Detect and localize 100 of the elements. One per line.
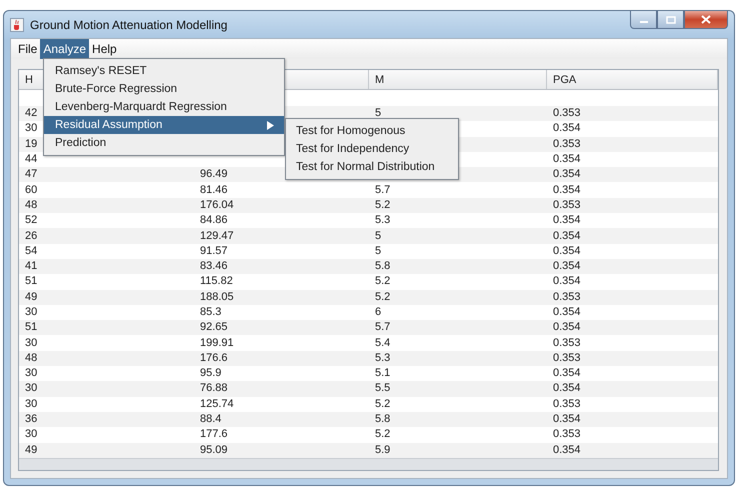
table-cell: 0.354 [553, 306, 581, 318]
minimize-button[interactable] [630, 11, 657, 29]
table-cell: 0.353 [553, 336, 581, 349]
table-cell: 0.354 [553, 321, 581, 334]
table-cell: 199.91 [200, 336, 234, 349]
maximize-icon [666, 16, 676, 24]
close-button[interactable] [684, 11, 728, 29]
table-cell: 5.3 [375, 352, 390, 364]
table-cell: 0.353 [553, 107, 581, 120]
table-cell: 95.09 [200, 444, 228, 456]
table-cell: 0.353 [553, 290, 581, 303]
table-cell: 30 [25, 382, 38, 394]
table-cell: 30 [25, 367, 38, 380]
table-cell: 5.7 [375, 184, 390, 196]
table-cell: 60 [25, 184, 38, 196]
table-cell: 0.354 [553, 260, 581, 272]
menu-item[interactable]: Prediction [44, 134, 284, 152]
table-cell: 42 [25, 107, 38, 120]
menu-item[interactable]: Test for Homogenous [286, 122, 458, 140]
table-cell: 0.353 [553, 352, 581, 364]
table-cell: 5.8 [375, 413, 390, 426]
table-cell: 51 [25, 321, 38, 334]
window-title: Ground Motion Attenuation Modelling [30, 18, 228, 32]
table-cell: 91.57 [200, 244, 228, 257]
table-cell: 5.5 [375, 382, 390, 394]
table-cell: 5.3 [375, 214, 390, 226]
table-cell: 0.354 [553, 184, 581, 196]
table-cell: 54 [25, 244, 38, 257]
table-cell: 85.3 [200, 306, 222, 318]
menu-item[interactable]: Help [89, 39, 120, 59]
table-cell: 0.354 [553, 413, 581, 426]
table-cell: 0.354 [553, 382, 581, 394]
table-cell: 47 [25, 168, 38, 180]
menu-item[interactable]: Test for Independency [286, 140, 458, 158]
table-cell: 76.88 [200, 382, 228, 394]
table-cell: 30 [25, 398, 38, 410]
table-cell: 5.2 [375, 198, 390, 211]
table-cell: 51 [25, 275, 38, 288]
table-cell: 125.74 [200, 398, 234, 410]
table-cell: 36 [25, 413, 38, 426]
table-cell: 95.9 [200, 367, 222, 380]
table-cell: 92.65 [200, 321, 228, 334]
table-cell: 6 [375, 306, 382, 318]
maximize-button[interactable] [657, 11, 684, 29]
menu-item[interactable]: Analyze [40, 39, 90, 59]
table-cell: 176.04 [200, 198, 234, 211]
table-cell: 5 [375, 244, 382, 257]
menu-item[interactable]: Test for Normal Distribution [286, 158, 458, 176]
table-cell: 0.353 [553, 428, 581, 440]
table-cell: 30 [25, 336, 38, 349]
table-cell: 30 [25, 122, 38, 134]
table-cell: 0.353 [553, 198, 581, 211]
table-cell: 5.2 [375, 398, 390, 410]
table-cell: 52 [25, 214, 38, 226]
table-cell: 0.354 [553, 275, 581, 288]
java-cup-icon [10, 18, 24, 32]
table-cell: 0.354 [553, 230, 581, 242]
table-cell: 83.46 [200, 260, 228, 272]
table-cell: 41 [25, 260, 38, 272]
table-cell: 30 [25, 428, 38, 440]
table-cell: 5 [375, 107, 382, 120]
table-cell: 96.49 [200, 168, 228, 180]
table-cell: 177.6 [200, 428, 228, 440]
table-cell: 0.354 [553, 444, 581, 456]
table-cell: 176.6 [200, 352, 228, 364]
menu-item[interactable]: Brute-Force Regression [44, 80, 284, 98]
table-cell: 49 [25, 290, 38, 303]
table-cell: 49 [25, 444, 38, 456]
menu-item[interactable]: Ramsey's RESET [44, 62, 284, 80]
table-cell: 5.2 [375, 428, 390, 440]
table-cell: 0.354 [553, 168, 581, 180]
table-cell: 5.4 [375, 336, 390, 349]
table-cell: 5.2 [375, 290, 390, 303]
table-cell: 81.46 [200, 184, 228, 196]
close-icon [701, 15, 711, 24]
table-cell: 84.86 [200, 214, 228, 226]
table-cell: 0.354 [553, 244, 581, 257]
table-cell: 115.82 [200, 275, 233, 288]
table-cell: 0.354 [553, 153, 581, 166]
table-cell: 0.354 [553, 214, 581, 226]
table-cell: 30 [25, 306, 38, 318]
table-cell: 44 [25, 153, 38, 166]
table-cell: 0.354 [553, 367, 581, 380]
column-header[interactable]: PGA [547, 70, 718, 89]
table-cell: 19 [25, 138, 38, 150]
table-cell: 5.2 [375, 275, 390, 288]
table-cell: 88.4 [200, 413, 222, 426]
column-header[interactable]: M [369, 70, 547, 89]
table-cell: 48 [25, 198, 38, 211]
table-cell: 0.353 [553, 398, 581, 410]
table-cell: 5.1 [375, 367, 390, 380]
table-cell: 5.7 [375, 321, 390, 334]
table-cell: 0.353 [553, 138, 581, 150]
table-cell: 5 [375, 230, 382, 242]
table-cell: 0.354 [553, 122, 581, 134]
table-cell: 48 [25, 352, 38, 364]
menu-item[interactable]: File [15, 39, 40, 59]
menu-item[interactable]: Residual Assumption [44, 116, 284, 134]
menu-item[interactable]: Levenberg-Marquardt Regression [44, 98, 284, 116]
table-cell: 26 [25, 230, 38, 242]
